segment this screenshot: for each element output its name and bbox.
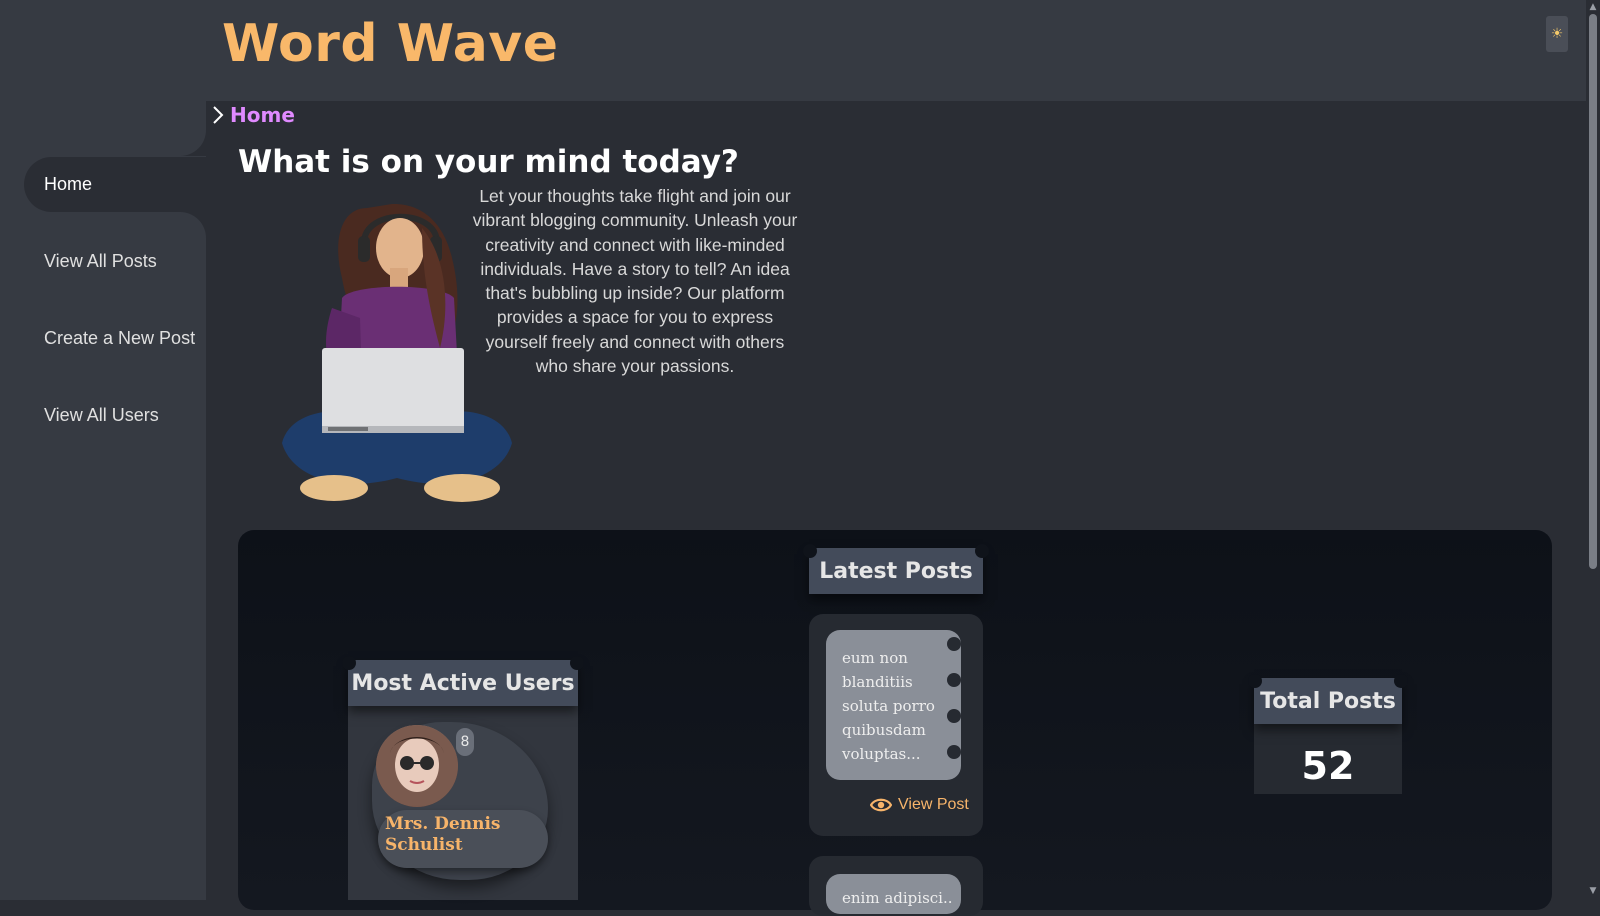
post-count-badge: 8 <box>456 728 474 756</box>
sidebar-item-create-post[interactable]: Create a New Post <box>24 311 206 366</box>
sidebar-curve-top <box>180 101 206 156</box>
total-posts-title: Total Posts <box>1248 674 1408 724</box>
scroll-up-icon[interactable]: ▲ <box>1588 2 1598 12</box>
latest-posts-title: Latest Posts <box>803 544 989 594</box>
sun-icon: ☀ <box>1550 26 1564 42</box>
view-post-label: View Post <box>898 796 969 813</box>
scrollbar-thumb[interactable] <box>1589 14 1597 569</box>
theme-toggle-button[interactable]: ☀ <box>1546 16 1568 52</box>
page-title: What is on your mind today? <box>238 144 739 180</box>
breadcrumb-home-link[interactable]: Home <box>230 103 295 127</box>
chevron-right-icon <box>213 106 224 124</box>
total-posts-value: 52 <box>1301 744 1355 788</box>
sidebar-item-view-all-posts[interactable]: View All Posts <box>24 234 206 289</box>
user-name[interactable]: Mrs. Dennis Schulist <box>385 814 545 856</box>
sidebar <box>0 101 206 900</box>
avatar <box>376 725 458 807</box>
top-header: Word Wave <box>0 0 1586 101</box>
hero-description: Let your thoughts take flight and join o… <box>472 186 798 377</box>
scroll-down-icon[interactable]: ▼ <box>1588 886 1598 896</box>
app-title: Word Wave <box>222 14 559 74</box>
most-active-users-title: Most Active Users <box>342 656 584 706</box>
sidebar-item-home[interactable]: Home <box>24 157 206 212</box>
post-excerpt: enim adipisci... <box>842 889 952 907</box>
eye-icon <box>870 798 892 812</box>
post-excerpt: eum non blanditiis soluta porro quibusda… <box>842 649 935 763</box>
view-post-button[interactable]: View Post <box>870 796 969 814</box>
sidebar-item-view-all-users[interactable]: View All Users <box>24 388 206 443</box>
breadcrumb: Home <box>212 103 295 127</box>
